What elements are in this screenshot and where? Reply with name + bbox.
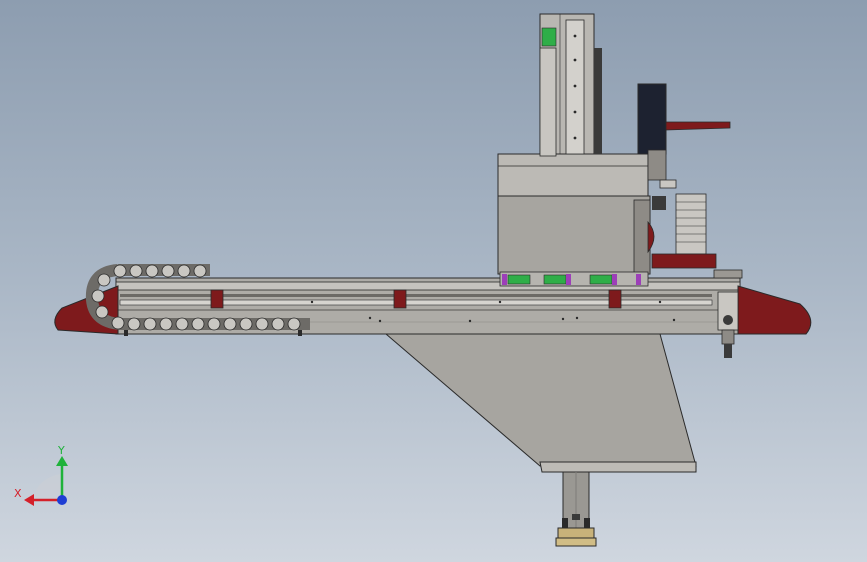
triad-y-label: Y [57,444,65,457]
cad-graphics-viewport[interactable]: Y X [0,0,867,562]
coordinate-triad-icon[interactable]: Y X [14,444,68,506]
linear-guide-blocks [499,271,649,287]
vertical-axis-column [539,13,602,157]
gantry-robot-model[interactable]: Y X [0,0,867,562]
support-gusset [384,333,697,473]
cable-bracket [665,121,731,131]
side-rack-assembly [651,193,717,269]
carriage-block [497,153,655,275]
right-end-cap [737,285,812,335]
triad-x-label: X [14,487,22,500]
base-foot-assembly [555,514,597,547]
